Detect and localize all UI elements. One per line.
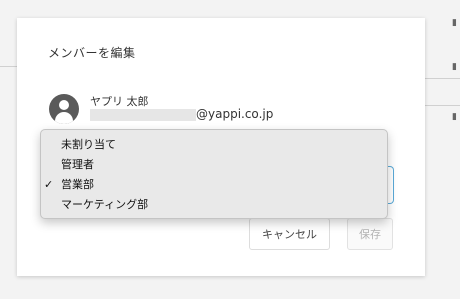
dialog-title: メンバーを編集 <box>48 46 136 60</box>
role-option-unassigned[interactable]: 未割り当て <box>41 135 387 155</box>
role-option-marketing[interactable]: マーケティング部 <box>41 195 387 215</box>
background-fragment: ▮ <box>452 62 457 72</box>
background-divider <box>425 105 460 106</box>
save-button[interactable]: 保存 <box>347 218 393 250</box>
background-divider <box>0 66 17 67</box>
background-divider <box>425 78 460 79</box>
background-fragment: ▮ <box>452 112 457 122</box>
role-option-sales[interactable]: ✓ 営業部 <box>41 175 387 195</box>
email-redacted-block <box>90 109 196 121</box>
background-fragment: ▮ <box>452 18 457 28</box>
role-option-label: 未割り当て <box>61 138 116 151</box>
role-option-label: マーケティング部 <box>61 198 149 211</box>
avatar-icon <box>49 94 79 124</box>
member-email-domain: @yappi.co.jp <box>196 107 274 121</box>
cancel-button[interactable]: キャンセル <box>249 218 330 250</box>
checkmark-icon: ✓ <box>44 178 54 191</box>
role-dropdown-menu: 未割り当て 管理者 ✓ 営業部 マーケティング部 <box>40 129 388 219</box>
role-option-label: 管理者 <box>61 158 94 171</box>
role-option-label: 営業部 <box>61 178 94 191</box>
member-name: ヤプリ 太郎 <box>90 95 149 108</box>
role-option-admin[interactable]: 管理者 <box>41 155 387 175</box>
